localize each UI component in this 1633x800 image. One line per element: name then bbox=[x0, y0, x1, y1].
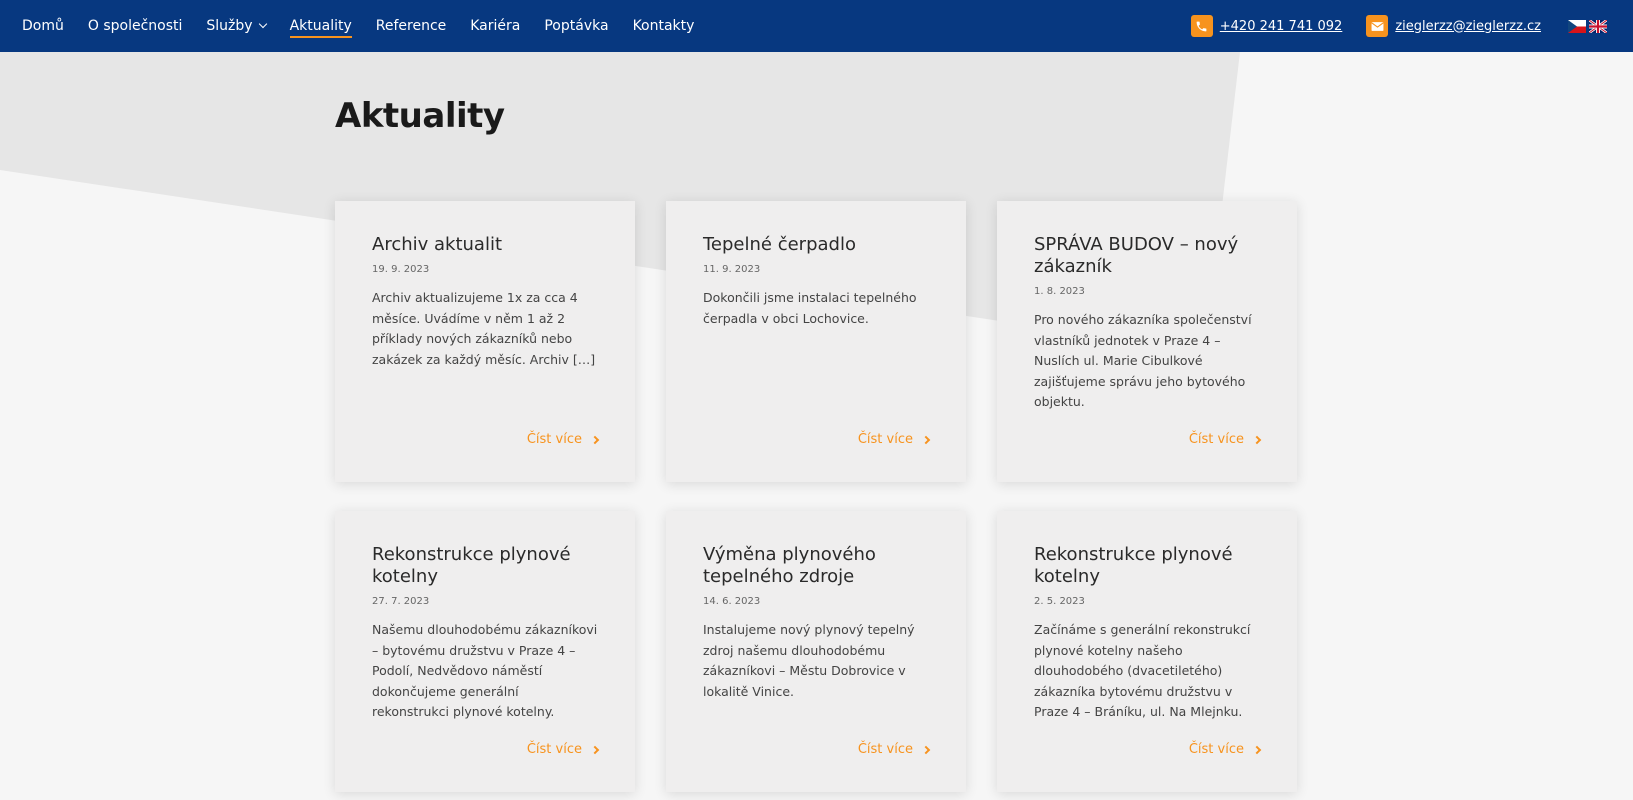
card-excerpt: Pro nového zákazníka společenství vlastn… bbox=[1034, 312, 1252, 410]
nav-item-label: Aktuality bbox=[289, 18, 352, 34]
czech-flag-icon[interactable] bbox=[1568, 19, 1586, 33]
email-address: zieglerzz@zieglerzz.cz bbox=[1395, 18, 1541, 34]
main-menu: Domů O společnosti Služby Aktuality Refe… bbox=[22, 0, 718, 52]
read-more-link[interactable]: Číst více bbox=[857, 742, 931, 757]
nav-item-poptavka[interactable]: Poptávka bbox=[544, 0, 608, 52]
card-date: 1. 8. 2023 bbox=[1034, 286, 1085, 297]
news-grid: Archiv aktualit 19. 9. 2023 Archiv aktua… bbox=[335, 201, 1297, 792]
read-more-label: Číst více bbox=[1188, 742, 1244, 757]
card-title[interactable]: SPRÁVA BUDOV – nový zákazník bbox=[1034, 234, 1260, 278]
chevron-right-icon bbox=[921, 435, 931, 444]
email-link[interactable]: zieglerzz@zieglerzz.cz bbox=[1366, 15, 1541, 37]
news-card: Archiv aktualit 19. 9. 2023 Archiv aktua… bbox=[335, 201, 635, 482]
news-card: Rekonstrukce plynové kotelny 2. 5. 2023 … bbox=[997, 511, 1297, 792]
card-date: 11. 9. 2023 bbox=[703, 264, 761, 275]
nav-item-kontakty[interactable]: Kontakty bbox=[633, 0, 695, 52]
phone-icon bbox=[1190, 15, 1213, 37]
read-more-link[interactable]: Číst více bbox=[526, 432, 600, 447]
nav-item-reference[interactable]: Reference bbox=[376, 0, 447, 52]
news-card: Tepelné čerpadlo 11. 9. 2023 Dokončili j… bbox=[666, 201, 966, 482]
card-title[interactable]: Archiv aktualit bbox=[372, 234, 598, 256]
card-date: 2. 5. 2023 bbox=[1034, 596, 1085, 607]
read-more-link[interactable]: Číst více bbox=[526, 742, 600, 757]
card-title[interactable]: Výměna plynového tepelného zdroje bbox=[703, 544, 929, 588]
chevron-right-icon bbox=[921, 745, 931, 754]
nav-item-label: Služby bbox=[206, 18, 253, 34]
read-more-label: Číst více bbox=[857, 432, 913, 447]
card-date: 27. 7. 2023 bbox=[372, 596, 430, 607]
english-flag-icon[interactable] bbox=[1589, 19, 1607, 33]
nav-item-label: Domů bbox=[22, 18, 64, 34]
read-more-link[interactable]: Číst více bbox=[1188, 432, 1262, 447]
card-title[interactable]: Tepelné čerpadlo bbox=[703, 234, 929, 256]
chevron-right-icon bbox=[590, 745, 600, 754]
read-more-link[interactable]: Číst více bbox=[1188, 742, 1262, 757]
card-excerpt: Archiv aktualizujeme 1x za cca 4 měsíce.… bbox=[372, 290, 596, 367]
read-more-label: Číst více bbox=[1188, 432, 1244, 447]
nav-item-kariera[interactable]: Kariéra bbox=[470, 0, 520, 52]
nav-item-label: Kontakty bbox=[632, 18, 695, 34]
nav-item-sluzby[interactable]: Služby bbox=[206, 0, 267, 52]
page-title: Aktuality bbox=[335, 96, 505, 136]
nav-item-o-spolecnosti[interactable]: O společnosti bbox=[88, 0, 183, 52]
nav-item-label: Reference bbox=[375, 18, 447, 34]
chevron-right-icon bbox=[590, 435, 600, 444]
chevron-right-icon bbox=[1252, 745, 1262, 754]
card-date: 14. 6. 2023 bbox=[703, 596, 761, 607]
nav-item-label: Kariéra bbox=[470, 18, 521, 34]
top-navbar: Domů O společnosti Služby Aktuality Refe… bbox=[0, 0, 1633, 52]
news-card: Výměna plynového tepelného zdroje 14. 6.… bbox=[666, 511, 966, 792]
chevron-right-icon bbox=[1252, 435, 1262, 444]
phone-link[interactable]: +420 241 741 092 bbox=[1190, 15, 1343, 37]
phone-number: +420 241 741 092 bbox=[1219, 18, 1343, 34]
read-more-label: Číst více bbox=[857, 742, 913, 757]
card-title[interactable]: Rekonstrukce plynové kotelny bbox=[372, 544, 598, 588]
nav-item-aktuality[interactable]: Aktuality bbox=[289, 0, 352, 52]
language-switcher bbox=[1565, 19, 1607, 33]
card-excerpt: Začínáme s generální rekonstrukcí plynov… bbox=[1034, 622, 1251, 720]
card-excerpt: Našemu dlouhodobému zákazníkovi – bytové… bbox=[372, 622, 598, 720]
nav-item-domu[interactable]: Domů bbox=[22, 0, 64, 52]
read-more-label: Číst více bbox=[526, 432, 582, 447]
card-excerpt: Instalujeme nový plynový tepelný zdroj n… bbox=[703, 622, 915, 699]
nav-item-label: Poptávka bbox=[544, 18, 609, 34]
card-excerpt: Dokončili jsme instalaci tepelného čerpa… bbox=[703, 290, 917, 326]
nav-contacts: +420 241 741 092 zieglerzz@zieglerzz.cz bbox=[1190, 0, 1633, 52]
card-title[interactable]: Rekonstrukce plynové kotelny bbox=[1034, 544, 1260, 588]
envelope-icon bbox=[1366, 15, 1389, 37]
news-card: SPRÁVA BUDOV – nový zákazník 1. 8. 2023 … bbox=[997, 201, 1297, 482]
card-date: 19. 9. 2023 bbox=[372, 264, 430, 275]
read-more-link[interactable]: Číst více bbox=[857, 432, 931, 447]
nav-item-label: O společnosti bbox=[87, 18, 183, 34]
news-card: Rekonstrukce plynové kotelny 27. 7. 2023… bbox=[335, 511, 635, 792]
read-more-label: Číst více bbox=[526, 742, 582, 757]
chevron-down-icon bbox=[258, 19, 267, 29]
